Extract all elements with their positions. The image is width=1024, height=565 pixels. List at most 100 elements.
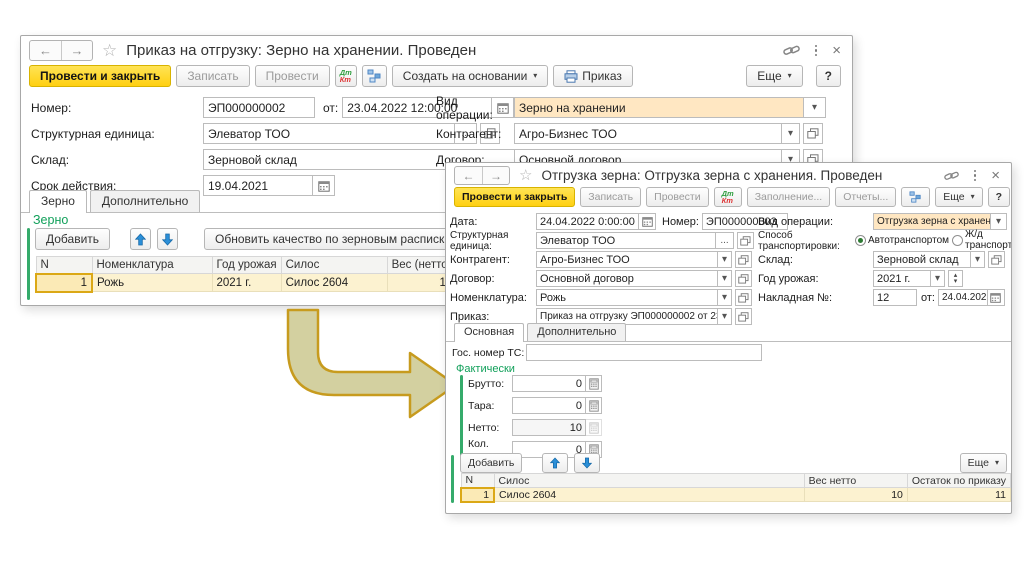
dt-kt-button[interactable]: ДтКт — [335, 65, 357, 87]
invoice-number-input[interactable]: 12 — [873, 289, 917, 306]
fill-button[interactable]: Заполнение... — [747, 187, 831, 207]
dt-kt-button[interactable]: ДтКт — [714, 187, 742, 207]
col-order-balance[interactable]: Остаток по приказу — [907, 474, 1010, 488]
invoice-date-input[interactable]: 24.04.2022 — [938, 289, 988, 306]
calculator-button[interactable] — [586, 375, 602, 392]
dropdown-button[interactable]: ▾ — [971, 251, 985, 268]
unit-input[interactable]: Элеватор ТОО — [536, 232, 716, 249]
open-button[interactable] — [735, 251, 752, 268]
document-structure-button[interactable] — [901, 187, 930, 207]
tab-additional[interactable]: Дополнительно — [90, 190, 200, 212]
post-and-close-button[interactable]: Провести и закрыть — [29, 65, 171, 87]
col-silo[interactable]: Силос — [281, 257, 387, 274]
contract-input[interactable]: Основной договор — [536, 270, 718, 287]
post-button[interactable]: Провести — [255, 65, 330, 87]
save-button[interactable]: Записать — [176, 65, 249, 87]
post-button[interactable]: Провести — [646, 187, 708, 207]
document-structure-button[interactable] — [362, 65, 387, 87]
col-n[interactable]: N — [36, 257, 92, 274]
forward-icon: → — [71, 43, 84, 58]
open-button[interactable] — [988, 251, 1005, 268]
col-n[interactable]: N — [461, 474, 494, 488]
gross-input[interactable]: 0 — [512, 375, 586, 392]
cell-silo[interactable]: Силос 2604 — [494, 488, 804, 502]
add-row-button[interactable]: Добавить — [35, 228, 110, 250]
operation-input[interactable]: Отгрузка зерна с хранения — [873, 213, 991, 230]
move-down-button[interactable] — [574, 453, 600, 473]
choose-button[interactable]: ... — [716, 232, 734, 249]
help-button[interactable]: ? — [988, 187, 1010, 207]
back-button[interactable]: ← — [455, 167, 482, 184]
calendar-button[interactable] — [988, 289, 1005, 306]
reports-button[interactable]: Отчеты... — [835, 187, 896, 207]
dropdown-button[interactable]: ▾ — [931, 270, 945, 287]
more-button[interactable]: Еще▾ — [960, 453, 1007, 473]
unit-input[interactable]: Элеватор ТОО — [203, 123, 455, 144]
move-down-button[interactable] — [157, 228, 178, 250]
close-icon[interactable]: × — [991, 168, 1000, 183]
vehicle-plate-input[interactable] — [526, 344, 762, 361]
dropdown-button[interactable]: ▾ — [718, 270, 732, 287]
open-button[interactable] — [735, 289, 752, 306]
col-item[interactable]: Номенклатура — [92, 257, 212, 274]
move-up-button[interactable] — [130, 228, 151, 250]
dropdown-button[interactable]: ▾ — [718, 251, 732, 268]
cell-item[interactable]: Рожь — [92, 274, 212, 292]
cell-n[interactable]: 1 — [36, 274, 92, 292]
tab-additional[interactable]: Дополнительно — [527, 323, 626, 341]
number-label: Номер: — [31, 101, 203, 115]
operation-input[interactable]: Зерно на хранении — [514, 97, 804, 118]
col-harvest-year[interactable]: Год урожая — [212, 257, 281, 274]
open-button[interactable] — [803, 123, 823, 144]
radio-rail-transport[interactable] — [952, 235, 963, 246]
refresh-quality-button[interactable]: Обновить качество по зерновым распискам — [204, 228, 470, 250]
kebab-menu-icon[interactable] — [813, 43, 820, 59]
favorite-star-icon[interactable]: ☆ — [519, 168, 532, 183]
favorite-star-icon[interactable]: ☆ — [102, 42, 117, 59]
move-up-button[interactable] — [542, 453, 568, 473]
calculator-button[interactable] — [586, 397, 602, 414]
dropdown-button[interactable]: ▾ — [718, 289, 732, 306]
tare-input[interactable]: 0 — [512, 397, 586, 414]
counterparty-input[interactable]: Агро-Бизнес ТОО — [514, 123, 782, 144]
date-input[interactable]: 24.04.2022 0:00:00 — [536, 213, 639, 230]
tab-main[interactable]: Основная — [454, 323, 524, 342]
create-based-on-button[interactable]: Создать на основании▾ — [392, 65, 549, 87]
col-net-weight[interactable]: Вес нетто — [804, 474, 907, 488]
cell-harvest-year[interactable]: 2021 г. — [212, 274, 281, 292]
calendar-button[interactable] — [639, 213, 656, 230]
tab-grain[interactable]: Зерно — [29, 190, 87, 213]
cell-order-balance[interactable]: 11 — [907, 488, 1010, 502]
cell-n[interactable]: 1 — [461, 488, 494, 502]
back-button[interactable]: ← — [30, 41, 61, 60]
dropdown-button[interactable]: ▾ — [991, 213, 1007, 230]
item-input[interactable]: Рожь — [536, 289, 718, 306]
warehouse-input[interactable]: Зерновой склад — [873, 251, 971, 268]
number-input[interactable]: ЭП000000002 — [203, 97, 315, 118]
forward-button[interactable]: → — [482, 167, 509, 184]
close-icon[interactable]: × — [832, 43, 841, 58]
open-button[interactable] — [735, 270, 752, 287]
number-stepper[interactable]: ▴▾ — [948, 270, 963, 287]
print-order-button[interactable]: Приказ — [553, 65, 633, 87]
help-button[interactable]: ? — [816, 65, 841, 87]
col-silo[interactable]: Силос — [494, 474, 804, 488]
more-button[interactable]: Еще▾ — [746, 65, 802, 87]
post-and-close-button[interactable]: Провести и закрыть — [454, 187, 575, 207]
dropdown-button[interactable]: ▾ — [782, 123, 800, 144]
save-button[interactable]: Записать — [580, 187, 641, 207]
more-button[interactable]: Еще▾ — [935, 187, 982, 207]
cell-net-weight[interactable]: 10 — [804, 488, 907, 502]
radio-auto-transport[interactable] — [855, 235, 866, 246]
net-input[interactable]: 10 — [512, 419, 586, 436]
open-button[interactable] — [737, 232, 754, 249]
counterparty-input[interactable]: Агро-Бизнес ТОО — [536, 251, 718, 268]
dropdown-button[interactable]: ▾ — [804, 97, 826, 118]
link-icon[interactable] — [944, 170, 959, 182]
link-icon[interactable] — [783, 44, 800, 57]
kebab-menu-icon[interactable] — [972, 168, 979, 184]
forward-button[interactable]: → — [61, 41, 92, 60]
add-row-button[interactable]: Добавить — [460, 453, 522, 473]
harvest-year-input[interactable]: 2021 г. — [873, 270, 931, 287]
cell-silo[interactable]: Силос 2604 — [281, 274, 387, 292]
